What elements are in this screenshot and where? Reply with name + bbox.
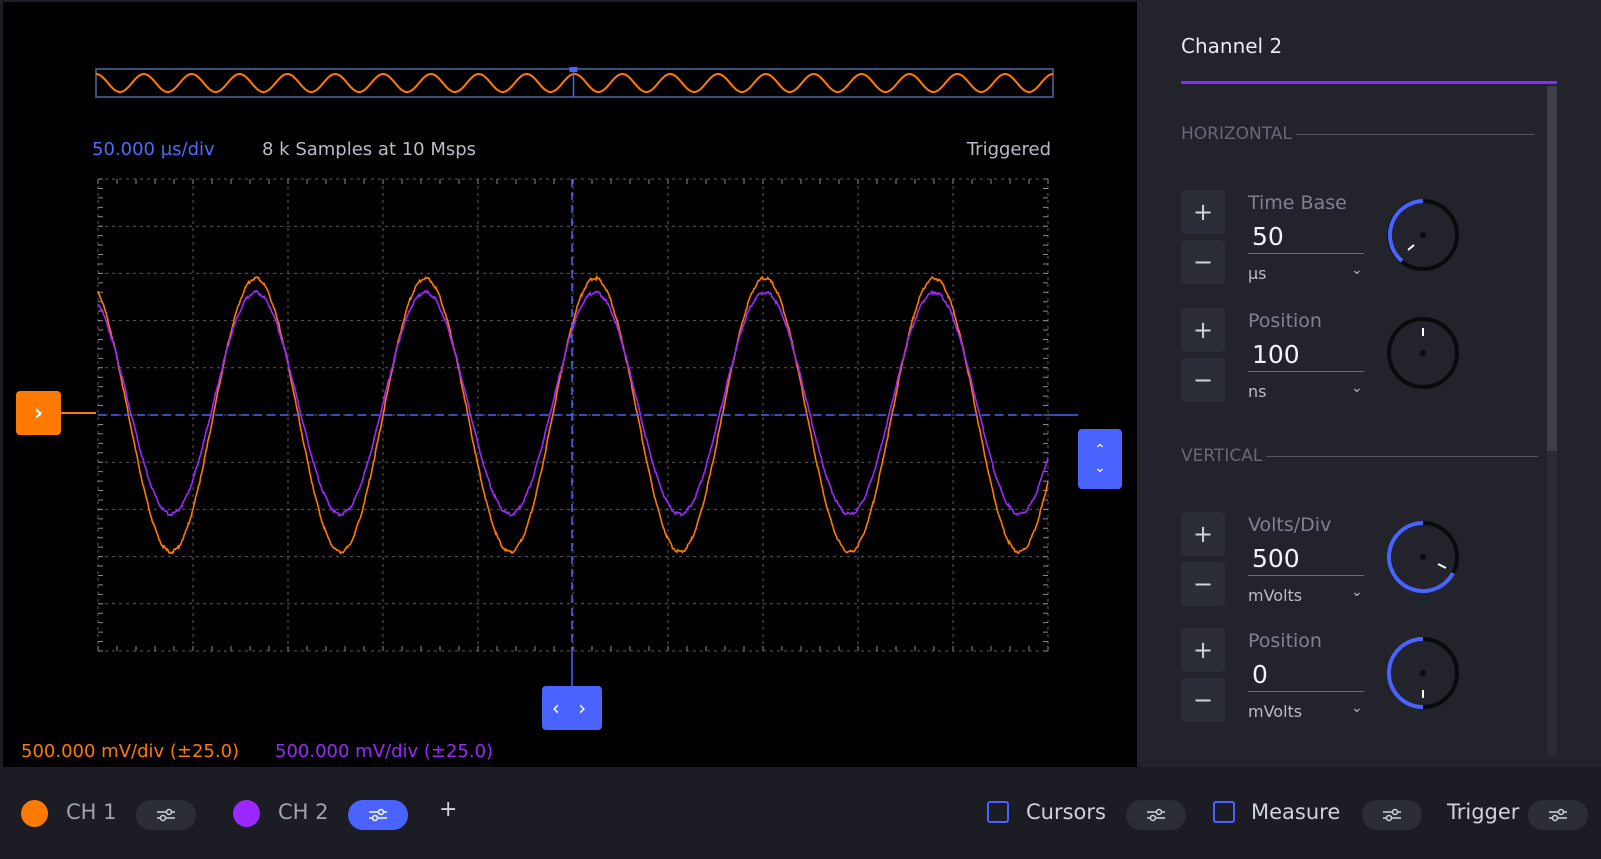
panel-scrollbar-thumb[interactable] [1547,86,1557,451]
waveform-plot[interactable] [3,2,1137,767]
chevron-down-icon[interactable]: ⌄ [1351,700,1363,716]
minus-icon: − [1192,686,1214,714]
vertical-position-control: + − Position 0 mVolts ⌄ [1181,628,1481,728]
channel-settings-panel: Channel 2 HORIZONTAL + − Time Base 50 μs… [1137,0,1601,767]
ch1-settings-button[interactable] [136,800,196,830]
ch1-scale-readout: 500.000 mV/div (±25.0) [21,741,240,762]
section-divider [1266,455,1539,457]
chevron-down-icon[interactable]: ⌄ [1351,380,1363,396]
time-position-handle[interactable]: ‹ › [542,686,602,730]
plus-icon: + [1192,198,1214,226]
horizontal-header-text: HORIZONTAL [1181,124,1292,144]
volts-knob[interactable] [1386,520,1460,594]
plus-icon: + [1192,520,1214,548]
ch2-toggle[interactable]: CH 2 [278,800,329,824]
trigger-status: Triggered [966,139,1051,160]
vpos-label: Position [1248,630,1322,652]
volts-label: Volts/Div [1248,514,1332,536]
volts-unit-select[interactable]: mVolts [1248,586,1302,605]
sample-rate-readout: 8 k Samples at 10 Msps [262,139,477,160]
sliders-icon [369,808,387,822]
sliders-icon [1383,808,1401,822]
vertical-header-text: VERTICAL [1181,446,1263,466]
measure-checkbox[interactable] [1213,801,1235,823]
chevron-left-right-icon: ‹ › [551,696,593,720]
hpos-input[interactable]: 100 [1248,338,1364,372]
hpos-decrement-button[interactable]: − [1181,358,1225,402]
plus-icon: + [1192,636,1214,664]
volts-decrement-button[interactable]: − [1181,562,1225,606]
chevron-up-icon: ⌃ [1094,442,1106,458]
add-channel-button[interactable]: + [439,797,457,822]
sliders-icon [157,808,175,822]
panel-title-underline [1181,81,1557,84]
ch2-scale-readout: 500.000 mV/div (±25.0) [275,741,494,762]
overview-position-handle [569,67,578,72]
vertical-section-header: VERTICAL [1181,446,1539,466]
vpos-knob[interactable] [1386,636,1460,710]
section-divider [1295,133,1534,135]
trigger-label[interactable]: Trigger [1447,800,1519,824]
ch2-settings-button[interactable] [348,800,408,830]
overview-waveform [95,72,1054,93]
bottom-toolbar: CH 1 CH 2 + Cursors Measure Trigger [0,767,1601,859]
timebase-unit-select[interactable]: μs [1248,264,1267,283]
hpos-knob[interactable] [1386,316,1460,390]
chevron-down-icon: ⌄ [1094,460,1106,476]
timebase-knob[interactable] [1386,198,1460,272]
minus-icon: − [1192,248,1214,276]
hpos-increment-button[interactable]: + [1181,308,1225,352]
cursors-settings-button[interactable] [1126,800,1186,830]
timebase-readout: 50.000 µs/div [92,139,215,160]
volts-increment-button[interactable]: + [1181,512,1225,556]
volts-div-control: + − Volts/Div 500 mVolts ⌄ [1181,512,1481,612]
timebase-label: Time Base [1248,192,1347,214]
minus-icon: − [1192,570,1214,598]
timebase-control: + − Time Base 50 μs ⌄ [1181,190,1481,290]
plus-icon: + [1192,316,1214,344]
hpos-label: Position [1248,310,1322,332]
trigger-level-handle[interactable]: › [16,391,61,435]
cursors-label[interactable]: Cursors [1026,800,1106,824]
measure-label[interactable]: Measure [1251,800,1340,824]
timebase-decrement-button[interactable]: − [1181,240,1225,284]
chevron-right-icon: › [33,400,44,426]
sliders-icon [1147,808,1165,822]
minus-icon: − [1192,366,1214,394]
panel-title: Channel 2 [1181,34,1283,58]
trigger-settings-button[interactable] [1528,800,1588,830]
timebase-increment-button[interactable]: + [1181,190,1225,234]
vpos-unit-select[interactable]: mVolts [1248,702,1302,721]
ch1-toggle[interactable]: CH 1 [66,800,117,824]
vpos-increment-button[interactable]: + [1181,628,1225,672]
timebase-input[interactable]: 50 [1248,220,1364,254]
cursors-checkbox[interactable] [987,801,1009,823]
horizontal-position-control: + − Position 100 ns ⌄ [1181,308,1481,408]
chevron-down-icon[interactable]: ⌄ [1351,262,1363,278]
vpos-decrement-button[interactable]: − [1181,678,1225,722]
measure-settings-button[interactable] [1362,800,1422,830]
scope-display: 50.000 µs/div 8 k Samples at 10 Msps Tri… [3,2,1137,767]
oscilloscope-app: 50.000 µs/div 8 k Samples at 10 Msps Tri… [0,0,1601,859]
volts-input[interactable]: 500 [1248,542,1364,576]
hpos-unit-select[interactable]: ns [1248,382,1266,401]
ch1-color-dot[interactable] [21,800,48,827]
sliders-icon [1549,808,1567,822]
channel-offset-handle[interactable]: ⌃ ⌄ [1078,429,1122,489]
vpos-input[interactable]: 0 [1248,658,1364,692]
horizontal-section-header: HORIZONTAL [1181,124,1534,144]
chevron-down-icon[interactable]: ⌄ [1351,584,1363,600]
ch2-color-dot[interactable] [233,800,260,827]
